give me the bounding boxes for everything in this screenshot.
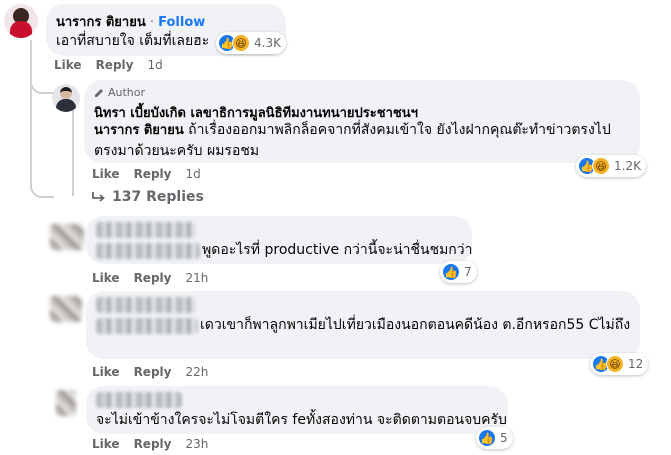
thumbs-up-icon: 👍 <box>478 429 496 447</box>
reply-arrow-icon <box>92 192 105 202</box>
timestamp[interactable]: 21h <box>185 271 208 285</box>
avatar[interactable] <box>56 390 76 416</box>
reply-button[interactable]: Reply <box>134 167 172 181</box>
reaction-summary[interactable]: 👍 7 <box>440 261 477 283</box>
like-button[interactable]: Like <box>92 167 120 181</box>
reaction-count: 7 <box>464 265 472 279</box>
reaction-count: 4.3K <box>254 36 281 50</box>
reaction-summary[interactable]: 👍 😆 4.3K <box>216 32 286 54</box>
thread-connector <box>30 174 54 198</box>
replies-count: 137 Replies <box>112 189 204 205</box>
thread-line <box>72 110 74 196</box>
avatar[interactable] <box>50 296 82 322</box>
comment-bubble: เดวเขาก็พาลูกพาเมียไปเที่ยวเมืองนอกตอนคด… <box>86 291 640 359</box>
reaction-summary[interactable]: 👍 😆 1.2K <box>576 155 646 177</box>
mention-tag[interactable]: นารากร ติยายน <box>94 123 184 138</box>
like-button[interactable]: Like <box>92 437 120 451</box>
timestamp[interactable]: 22h <box>185 365 208 379</box>
comment-body: นารากร ติยายน ถ้าเรื่องออกมาพลิกล็อคจากท… <box>94 120 634 161</box>
author-badge: Author <box>108 86 146 99</box>
comment-bubble: จะไม่เข้าข้างใครจะไม่โจมตีใคร feทั้งสองท… <box>86 386 508 434</box>
like-button[interactable]: Like <box>54 58 82 72</box>
redacted-name <box>96 297 196 313</box>
reaction-count: 1.2K <box>614 159 641 173</box>
comment-bubble: Author นิทรา เบี้ยบังเกิด เลขาธิการมูลนิ… <box>84 80 640 163</box>
comment-text: จะไม่เข้าข้างใครจะไม่โจมตีใคร feทั้งสองท… <box>96 412 507 428</box>
comment-text: พูดอะไรที่ productive กว่านี้จะน่าชื่นชม… <box>202 242 473 258</box>
separator: · <box>149 15 154 30</box>
comment-text: เอาที่สบายใจ เต็มที่เลยฮะ <box>56 33 210 49</box>
reaction-count: 12 <box>628 357 644 371</box>
avatar[interactable] <box>50 224 84 250</box>
reaction-count: 5 <box>500 431 508 445</box>
timestamp[interactable]: 23h <box>185 437 208 451</box>
laughing-face-icon: 😆 <box>606 355 624 373</box>
redacted-name <box>96 222 196 238</box>
timestamp[interactable]: 1d <box>185 167 200 181</box>
reaction-summary[interactable]: 👍 😆 12 <box>590 353 649 375</box>
timestamp[interactable]: 1d <box>147 58 162 72</box>
reply-button[interactable]: Reply <box>96 58 134 72</box>
like-button[interactable]: Like <box>92 271 120 285</box>
reaction-summary[interactable]: 👍 5 <box>476 427 513 449</box>
avatar[interactable] <box>52 84 80 112</box>
reply-button[interactable]: Reply <box>134 271 172 285</box>
comment-author[interactable]: นารากร ติยายน <box>56 15 146 30</box>
redacted-name <box>96 392 182 408</box>
redacted-name <box>96 243 200 259</box>
thread-line <box>30 40 32 188</box>
follow-button[interactable]: Follow <box>158 15 205 30</box>
view-replies-button[interactable]: 137 Replies <box>92 189 204 205</box>
comment-bubble: พูดอะไรที่ productive กว่านี้จะน่าชื่นชม… <box>86 216 473 264</box>
comment-text: เดวเขาก็พาลูกพาเมียไปเที่ยวเมืองนอกตอนคด… <box>200 317 631 333</box>
thumbs-up-icon: 👍 <box>442 263 460 281</box>
like-button[interactable]: Like <box>92 365 120 379</box>
avatar[interactable] <box>4 4 38 38</box>
thread-connector <box>30 70 54 94</box>
laughing-face-icon: 😆 <box>592 157 610 175</box>
laughing-face-icon: 😆 <box>232 34 250 52</box>
pencil-icon <box>95 88 103 97</box>
reply-button[interactable]: Reply <box>134 437 172 451</box>
reply-button[interactable]: Reply <box>134 365 172 379</box>
